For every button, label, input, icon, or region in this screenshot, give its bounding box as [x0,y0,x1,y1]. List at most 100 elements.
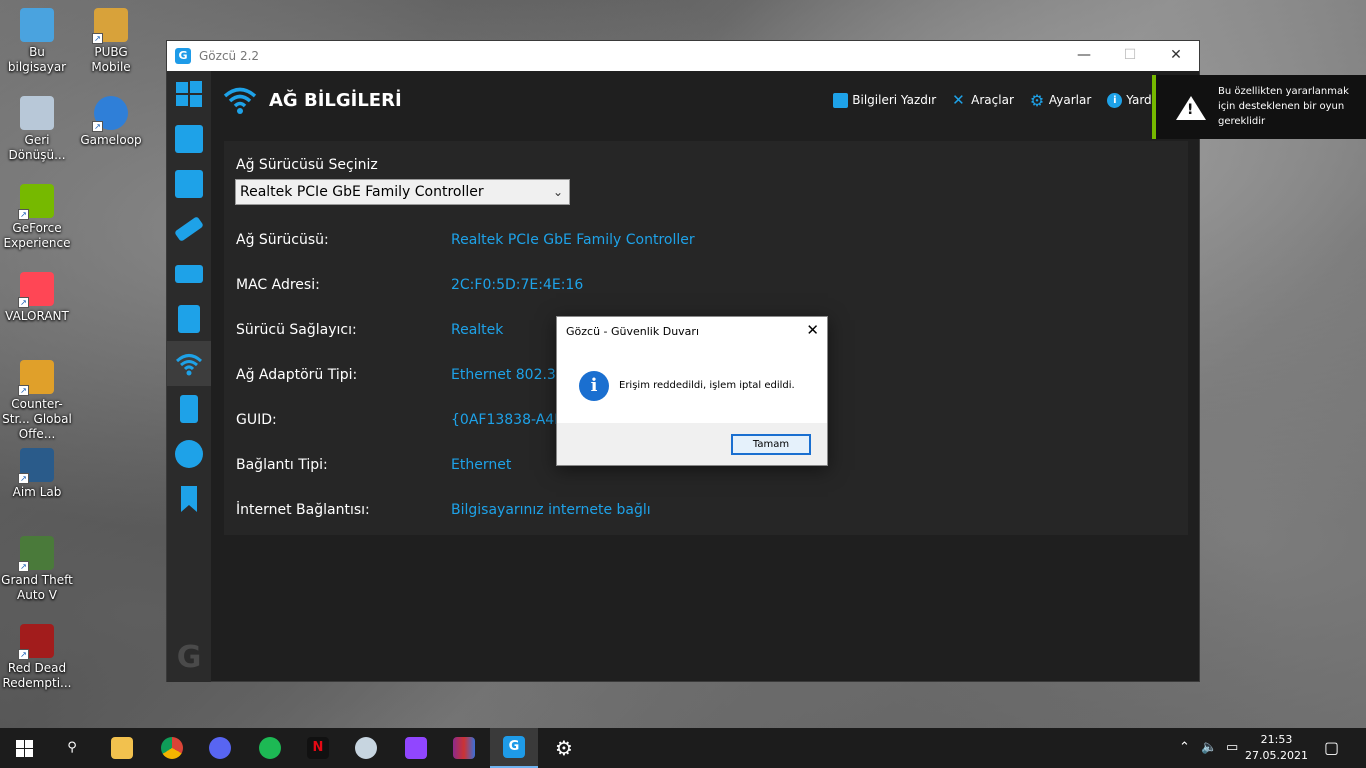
driver-select-label: Ağ Sürücüsü Seçiniz [236,157,378,173]
taskbar-settings[interactable]: ⚙ [540,728,588,768]
search-button[interactable]: ⚲ [48,728,96,768]
warning-toast[interactable]: ! Bu özellikten yararlanmak için destekl… [1152,75,1366,139]
taskbar-spotify[interactable] [246,728,294,768]
help-label: Yardı [1126,93,1155,107]
netflix-icon: N [307,737,329,759]
taskbar: ⚲ N G ⚙ ⌃ 🔈 ▭ 21:53 27.05.2021 ▢ [0,728,1366,768]
start-button[interactable] [0,728,48,768]
clock[interactable]: 21:53 27.05.2021 [1245,732,1308,764]
desktop-icon-label: GeForce Experience [3,221,71,250]
sidebar-item-gpu[interactable] [167,251,211,296]
app-logo-icon: G [175,48,191,64]
desktop-icon-aimlab[interactable]: ↗ Aim Lab [0,448,74,500]
info-icon: i [1107,92,1123,108]
desktop-icon-rdr2[interactable]: ↗ Red Dead Redempti... [0,624,74,691]
maximize-button[interactable]: ☐ [1107,41,1153,71]
taskbar-gozcu[interactable]: G [490,728,538,768]
sidebar: G [167,71,211,682]
close-button[interactable]: ✕ [1153,41,1199,71]
dialog-close-button[interactable]: ✕ [806,321,819,339]
info-row-value: Realtek [451,322,504,338]
desktop-icon-this-pc[interactable]: Bu bilgisayar [0,8,74,75]
csgo-icon: ↗ [18,360,54,396]
taskbar-winrar[interactable] [440,728,488,768]
info-row-key: Sürücü Sağlayıcı: [236,322,357,338]
driver-select[interactable]: Realtek PCIe GbE Family Controller ⌄ [235,179,570,205]
sidebar-item-storage[interactable] [167,296,211,341]
dialog-message: Erişim reddedildi, işlem iptal edildi. [619,380,795,391]
gear-icon: ⚙ [555,736,573,760]
recycle-bin-icon [20,96,54,130]
desktop-icon-csgo[interactable]: ↗ Counter-Str... Global Offe... [0,360,74,442]
info-row: Bağlantı Tipi: Ethernet [236,457,511,477]
sidebar-item-motherboard[interactable] [167,116,211,161]
info-row-key: Bağlantı Tipi: [236,457,328,473]
valorant-icon: ↗ [18,272,54,308]
clock-time: 21:53 [1260,733,1293,746]
info-row: GUID: {0AF13838-A4D [236,412,565,432]
wifi-icon [223,87,257,114]
disk-icon [178,304,200,333]
info-row-key: Ağ Adaptörü Tipi: [236,367,358,383]
title-bar[interactable]: G Gözcü 2.2 — ☐ ✕ [167,41,1199,71]
wifi-icon [175,350,203,378]
sidebar-item-optical[interactable] [167,431,211,476]
ok-button[interactable]: Tamam [731,434,811,455]
desktop-icon-pubg[interactable]: ↗ PUBG Mobile [74,8,148,75]
info-row: MAC Adresi: 2C:F0:5D:7E:4E:16 [236,277,583,297]
taskbar-netflix[interactable]: N [294,728,342,768]
search-icon: ⚲ [67,740,77,755]
taskbar-twitch[interactable] [392,728,440,768]
info-row: İnternet Bağlantısı: Bilgisayarınız inte… [236,502,651,522]
desktop-icon-gta5[interactable]: ↗ Grand Theft Auto V [0,536,74,603]
desktop-icon-recycle-bin[interactable]: Geri Dönüşü... [0,96,74,163]
tools-button[interactable]: ✕ Araçlar [952,90,1014,109]
warning-icon-mark: ! [1187,102,1194,118]
gpu-icon [175,264,203,283]
firewall-dialog: Gözcü - Güvenlik Duvarı ✕ i Erişim redde… [556,316,828,466]
settings-button[interactable]: ⚙ Ayarlar [1029,90,1092,110]
desktop-icon-label: Aim Lab [12,485,62,499]
print-info-button[interactable]: Bilgileri Yazdır [833,92,936,108]
sidebar-item-network[interactable] [167,341,211,386]
desktop-icon-valorant[interactable]: ↗ VALORANT [0,272,74,324]
clock-date: 27.05.2021 [1245,749,1308,762]
gozcu-logo-icon: G [176,640,202,675]
taskbar-chrome[interactable] [148,728,196,768]
window-title: Gözcü 2.2 [199,49,260,63]
taskbar-steam[interactable] [342,728,390,768]
discord-icon [209,737,231,759]
sidebar-item-ram[interactable] [167,206,211,251]
network-icon[interactable]: ▭ [1226,740,1238,755]
cpu-icon [175,169,203,198]
twitch-icon [405,737,427,759]
settings-label: Ayarlar [1048,93,1092,107]
page-header: AĞ BİLGİLERİ Bilgileri Yazdır ✕ Araçlar … [211,71,1199,129]
motherboard-icon [175,124,203,153]
desktop-icon-label: PUBG Mobile [91,45,131,74]
minimize-button[interactable]: — [1061,41,1107,71]
taskbar-discord[interactable] [196,728,244,768]
desktop-icon-geforce[interactable]: ↗ GeForce Experience [0,184,74,251]
volume-icon[interactable]: 🔈 [1201,740,1217,755]
desktop-icon-label: Red Dead Redempti... [2,661,72,690]
tools-icon: ✕ [952,90,965,109]
sidebar-item-bookmark[interactable] [167,476,211,521]
taskbar-explorer[interactable] [98,728,146,768]
sidebar-item-cpu[interactable] [167,161,211,206]
chevron-up-icon[interactable]: ⌃ [1179,740,1190,755]
help-button[interactable]: i Yardı [1107,92,1155,108]
sidebar-item-windows[interactable] [167,71,211,116]
gear-icon: ⚙ [1029,90,1045,110]
info-row: Sürücü Sağlayıcı: Realtek [236,322,503,342]
sidebar-item-battery[interactable] [167,386,211,431]
bookmark-icon [175,485,203,513]
desktop-icon-gameloop[interactable]: ↗ Gameloop [74,96,148,148]
computer-icon [20,8,54,42]
info-row: Ağ Sürücüsü: Realtek PCIe GbE Family Con… [236,232,695,252]
notification-icon[interactable]: ▢ [1324,738,1339,757]
info-row-value: Ethernet 802.3 [451,367,556,383]
desktop-icon-label: Geri Dönüşü... [8,133,66,162]
winrar-icon [453,737,475,759]
gta5-icon: ↗ [18,536,54,572]
